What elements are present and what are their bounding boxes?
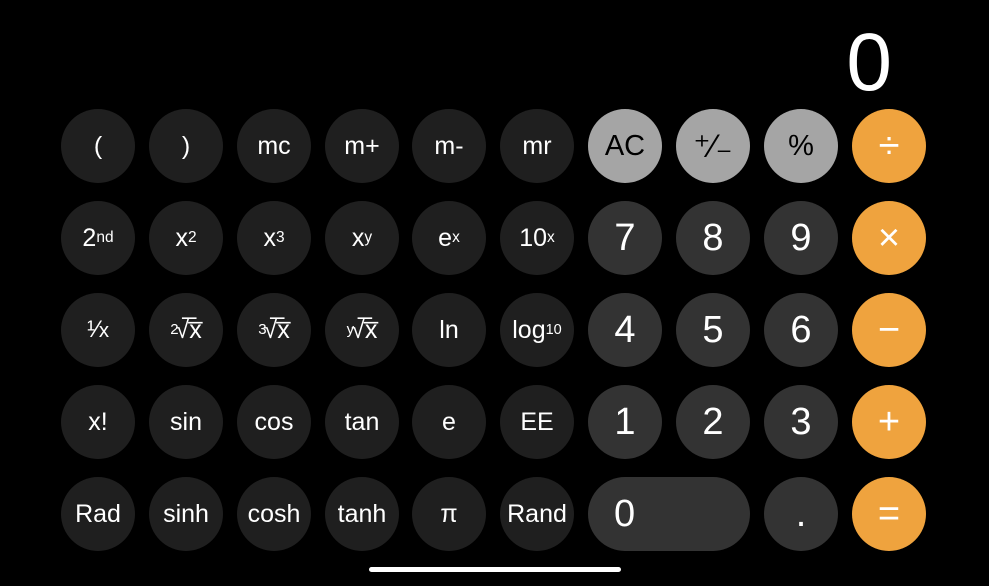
key-factorial[interactable]: x!: [61, 385, 135, 459]
key-hyperbolic-cosine[interactable]: cosh: [237, 477, 311, 551]
key-close-paren[interactable]: ): [149, 109, 223, 183]
key-4[interactable]: 4: [588, 293, 662, 367]
key-percent[interactable]: %: [764, 109, 838, 183]
key-sign-toggle[interactable]: ⁺⁄₋: [676, 109, 750, 183]
key-square-root[interactable]: 2 √̅x̅: [149, 293, 223, 367]
key-x-cubed[interactable]: x3: [237, 201, 311, 275]
key-hyperbolic-sine[interactable]: sinh: [149, 477, 223, 551]
key-x-to-the-y[interactable]: xy: [325, 201, 399, 275]
key-second-function[interactable]: 2nd: [61, 201, 135, 275]
calculator-app: 0 () mc m+ m-mr AC ⁺⁄₋% ÷ 2nd x 2 x 3 x y e x 10 x 7 8 9 × ¹⁄x…: [0, 0, 989, 586]
key-ten-to-the-x[interactable]: 10 x: [500, 201, 574, 275]
key-equals[interactable]: =: [852, 477, 926, 551]
key-divide[interactable]: ÷: [852, 109, 926, 183]
key-memory-clear[interactable]: mc: [237, 109, 311, 183]
key-decimal-point[interactable]: .: [764, 477, 838, 551]
keypad-row: x! sin cos tan e EE 1 2 3 +: [0, 376, 989, 468]
key-log-base-10[interactable]: log 10: [500, 293, 574, 367]
key-cosine[interactable]: cos: [237, 385, 311, 459]
key-exponent-ee[interactable]: EE: [500, 385, 574, 459]
key-reciprocal[interactable]: ¹⁄x: [61, 293, 135, 367]
keypad-row: 2nd x 2 x 3 x y e x 10 x 7 8 9 ×: [0, 192, 989, 284]
key-open-paren[interactable]: (: [61, 109, 135, 183]
home-indicator[interactable]: [368, 567, 621, 572]
key-0[interactable]: 0: [588, 477, 750, 551]
key-6[interactable]: 6: [764, 293, 838, 367]
key-random[interactable]: Rand: [500, 477, 574, 551]
key-9[interactable]: 9: [764, 201, 838, 275]
key-2[interactable]: 2: [676, 385, 750, 459]
key-sine[interactable]: sin: [149, 385, 223, 459]
display-value: 0: [846, 16, 892, 108]
key-subtract[interactable]: −: [852, 293, 926, 367]
key-memory-subtract[interactable]: m-: [412, 109, 486, 183]
key-3[interactable]: 3: [764, 385, 838, 459]
key-memory-add[interactable]: m+: [325, 109, 399, 183]
key-hyperbolic-tangent[interactable]: tanh: [325, 477, 399, 551]
key-e-to-the-x[interactable]: ex: [412, 201, 486, 275]
key-add[interactable]: +: [852, 385, 926, 459]
key-y-root-of-x[interactable]: y √̅x̅: [325, 293, 399, 367]
key-8[interactable]: 8: [676, 201, 750, 275]
keypad-row: ¹⁄x 2 √̅x̅ 3 √̅x̅ y √̅x̅ ln log 10 4 5 6−: [0, 284, 989, 376]
key-euler-e[interactable]: e: [412, 385, 486, 459]
key-memory-recall[interactable]: mr: [500, 109, 574, 183]
calculator-keypad: () mc m+ m-mr AC ⁺⁄₋% ÷ 2nd x 2 x 3 x y e x 10 x 7 8 9 × ¹⁄x 2 √…: [0, 100, 989, 560]
key-1[interactable]: 1: [588, 385, 662, 459]
keypad-row: () mc m+ m-mr AC ⁺⁄₋% ÷: [0, 100, 989, 192]
key-7[interactable]: 7: [588, 201, 662, 275]
key-all-clear[interactable]: AC: [588, 109, 662, 183]
key-5[interactable]: 5: [676, 293, 750, 367]
keypad-row: Rad sinh cosh tanh π Rand 0. =: [0, 468, 989, 560]
key-tangent[interactable]: tan: [325, 385, 399, 459]
key-radians-toggle[interactable]: Rad: [61, 477, 135, 551]
key-cube-root[interactable]: 3 √̅x̅: [237, 293, 311, 367]
key-natural-log[interactable]: ln: [412, 293, 486, 367]
key-x-squared[interactable]: x2: [149, 201, 223, 275]
key-multiply[interactable]: ×: [852, 201, 926, 275]
calculator-display: 0: [0, 0, 989, 108]
key-pi[interactable]: π: [412, 477, 486, 551]
